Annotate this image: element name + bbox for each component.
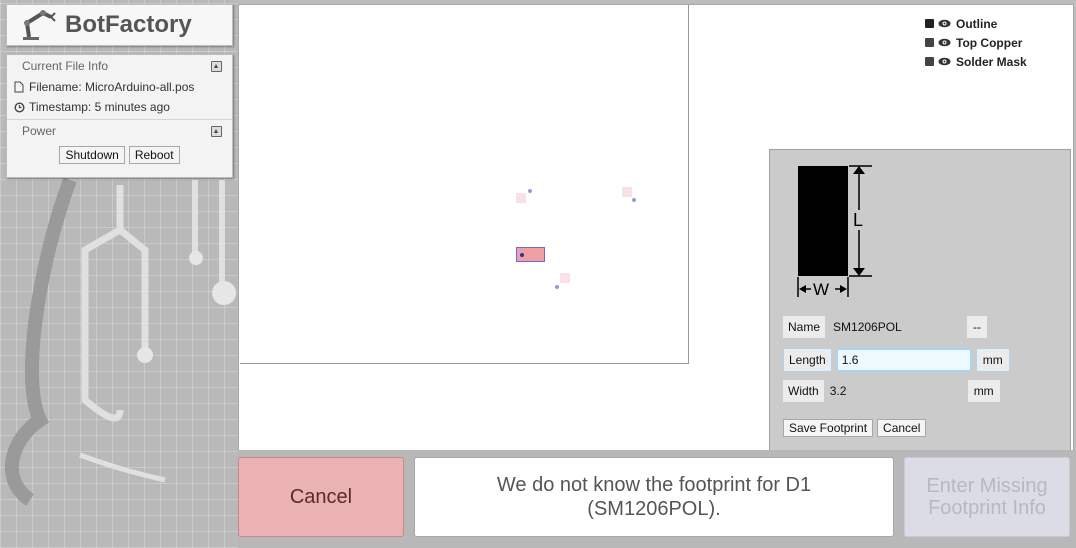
reboot-button[interactable]: Reboot — [128, 146, 180, 164]
timestamp-row: Timestamp: 5 minutes ago — [7, 97, 232, 117]
name-field: Name SM1206POL -- — [783, 316, 988, 338]
timestamp-text: Timestamp: 5 minutes ago — [29, 100, 170, 114]
file-icon — [13, 81, 25, 93]
eye-icon[interactable] — [938, 38, 951, 47]
length-field: Length mm — [783, 348, 1010, 372]
section-title: Power — [22, 124, 57, 138]
brand-header: BotFactory — [6, 4, 233, 46]
via — [528, 189, 532, 193]
layer-top-copper[interactable]: Top Copper — [925, 33, 1027, 52]
cancel-footprint-button[interactable]: Cancel — [877, 419, 927, 437]
length-symbol: L — [853, 210, 863, 230]
pin1-marker — [520, 253, 524, 257]
clock-icon — [13, 101, 25, 113]
layer-solder-mask[interactable]: Solder Mask — [925, 52, 1027, 71]
collapse-icon[interactable] — [211, 126, 222, 137]
selected-component-d1[interactable] — [516, 247, 545, 262]
status-message: We do not know the footprint for D1 (SM1… — [414, 457, 894, 537]
pcb-board[interactable] — [240, 5, 689, 364]
info-panel: Current File Info Filename: MicroArduino… — [6, 54, 233, 178]
component-pad[interactable] — [622, 187, 632, 197]
save-footprint-button[interactable]: Save Footprint — [783, 419, 874, 437]
enter-missing-footprint-button[interactable]: Enter Missing Footprint Info — [904, 457, 1070, 537]
eye-icon[interactable] — [938, 57, 951, 66]
component-pad[interactable] — [560, 273, 570, 283]
component-pad[interactable] — [516, 193, 526, 203]
width-value[interactable]: 3.2 — [824, 380, 960, 402]
current-file-info-header[interactable]: Current File Info — [7, 55, 232, 77]
length-input[interactable] — [835, 348, 972, 372]
eye-icon[interactable] — [938, 19, 951, 28]
width-symbol: W — [813, 280, 829, 299]
name-value: SM1206POL — [833, 320, 902, 334]
length-unit: mm — [975, 348, 1010, 372]
robot-arm-icon — [23, 10, 56, 40]
name-unit: -- — [967, 316, 988, 338]
width-label: Width — [783, 380, 824, 402]
layer-color-swatch[interactable] — [925, 19, 934, 28]
layer-label: Solder Mask — [956, 54, 1027, 69]
power-header[interactable]: Power — [7, 120, 232, 142]
width-unit: mm — [967, 380, 1000, 402]
name-label: Name — [783, 316, 826, 338]
shutdown-button[interactable]: Shutdown — [59, 146, 125, 164]
filename-text: Filename: MicroArduino-all.pos — [29, 80, 195, 94]
app-title: BotFactory — [65, 11, 192, 38]
power-buttons: Shutdown Reboot — [7, 146, 232, 164]
cancel-button[interactable]: Cancel — [238, 457, 404, 537]
length-label: Length — [783, 348, 832, 372]
layer-label: Top Copper — [956, 35, 1023, 50]
section-title: Current File Info — [22, 59, 109, 73]
via — [632, 198, 636, 202]
layer-outline[interactable]: Outline — [925, 14, 1027, 33]
footprint-editor: L W Name SM1206POL -- Length mm Width 3.… — [769, 149, 1071, 451]
layer-label: Outline — [956, 16, 998, 31]
footprint-buttons: Save Footprint Cancel — [783, 419, 927, 437]
filename-row: Filename: MicroArduino-all.pos — [7, 77, 232, 97]
footprint-dimension-diagram: L W — [797, 165, 872, 299]
layer-color-swatch[interactable] — [925, 38, 934, 47]
layer-list: Outline Top Copper Solder Mask — [925, 14, 1027, 71]
via — [555, 285, 559, 289]
layer-color-swatch[interactable] — [925, 57, 934, 66]
width-field: Width 3.2 mm — [783, 380, 1000, 402]
collapse-icon[interactable] — [211, 61, 222, 72]
